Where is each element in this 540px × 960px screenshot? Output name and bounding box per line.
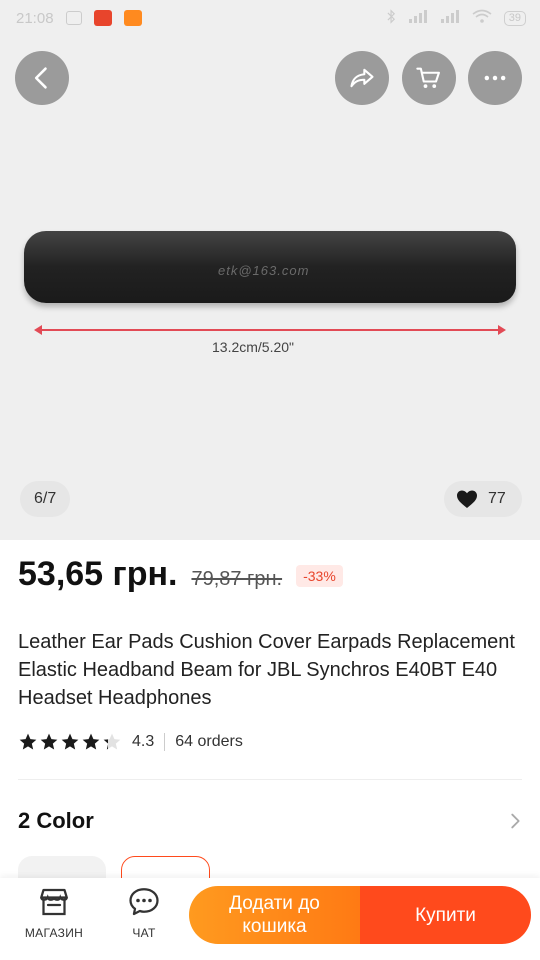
status-time: 21:08 xyxy=(16,9,54,27)
more-dots-icon xyxy=(484,75,506,81)
rating-divider xyxy=(164,733,166,751)
star-rating xyxy=(18,732,122,752)
buy-now-label: Купити xyxy=(415,904,476,926)
image-counter: 6/7 xyxy=(20,481,71,517)
color-count-title: 2 Color xyxy=(18,808,94,833)
chat-label: ЧАТ xyxy=(132,926,156,940)
buy-now-button[interactable]: Купити xyxy=(360,886,531,944)
star-icon xyxy=(103,733,121,750)
cart-icon xyxy=(416,67,440,89)
heart-icon xyxy=(457,490,477,508)
rating-row[interactable]: 4.3 64 orders xyxy=(18,732,243,752)
color-selector-row[interactable]: 2 Color xyxy=(18,808,526,834)
price-row: 53,65 грн. 79,87 грн. -33% xyxy=(18,555,343,594)
measure-arrow xyxy=(34,325,506,335)
section-divider xyxy=(18,779,522,780)
chat-bubble-icon xyxy=(129,888,159,916)
image-watermark: etk@163.com xyxy=(218,263,310,278)
cart-button[interactable] xyxy=(402,51,456,105)
measure-label: 13.2cm/5.20" xyxy=(212,339,295,355)
more-button[interactable] xyxy=(468,51,522,105)
wishlist-button[interactable]: 77 xyxy=(444,481,522,517)
add-to-cart-button[interactable]: Додати до кошика xyxy=(189,886,360,944)
store-button[interactable]: МАГАЗИН xyxy=(14,884,94,940)
wifi-icon xyxy=(472,9,492,27)
star-icon xyxy=(82,733,100,750)
bluetooth-icon xyxy=(387,8,396,28)
aliexpress-app-icon xyxy=(93,10,112,26)
app-notification-icon xyxy=(123,10,142,26)
product-title: Leather Ear Pads Cushion Cover Earpads R… xyxy=(18,631,515,709)
chevron-left-icon xyxy=(34,67,47,89)
chevron-right-icon xyxy=(511,813,520,829)
rating-value: 4.3 xyxy=(132,733,155,750)
orders-count: 64 orders xyxy=(175,733,243,750)
likes-count: 77 xyxy=(488,490,506,507)
signal-icon xyxy=(408,9,428,27)
signal-2-icon xyxy=(440,9,460,27)
share-button[interactable] xyxy=(335,51,389,105)
notification-icon xyxy=(65,11,82,25)
star-icon xyxy=(19,733,37,750)
back-button[interactable] xyxy=(15,51,69,105)
add-to-cart-label: Додати до кошика xyxy=(229,893,320,937)
current-price: 53,65 грн. xyxy=(18,555,178,593)
store-icon xyxy=(40,888,68,916)
discount-badge: -33% xyxy=(296,565,343,587)
product-gallery[interactable]: etk@163.com 13.2cm/5.20" 6/7 77 xyxy=(0,0,540,540)
battery-indicator: 39 xyxy=(503,10,526,26)
star-icon xyxy=(40,733,58,750)
chat-button[interactable]: ЧАТ xyxy=(104,884,184,940)
product-image: etk@163.com 13.2cm/5.20" xyxy=(22,225,518,375)
original-price: 79,87 грн. xyxy=(191,568,283,590)
star-icon xyxy=(61,733,79,750)
status-bar: 21:08 39 xyxy=(0,0,540,36)
store-label: МАГАЗИН xyxy=(24,926,84,940)
share-icon xyxy=(350,68,374,88)
